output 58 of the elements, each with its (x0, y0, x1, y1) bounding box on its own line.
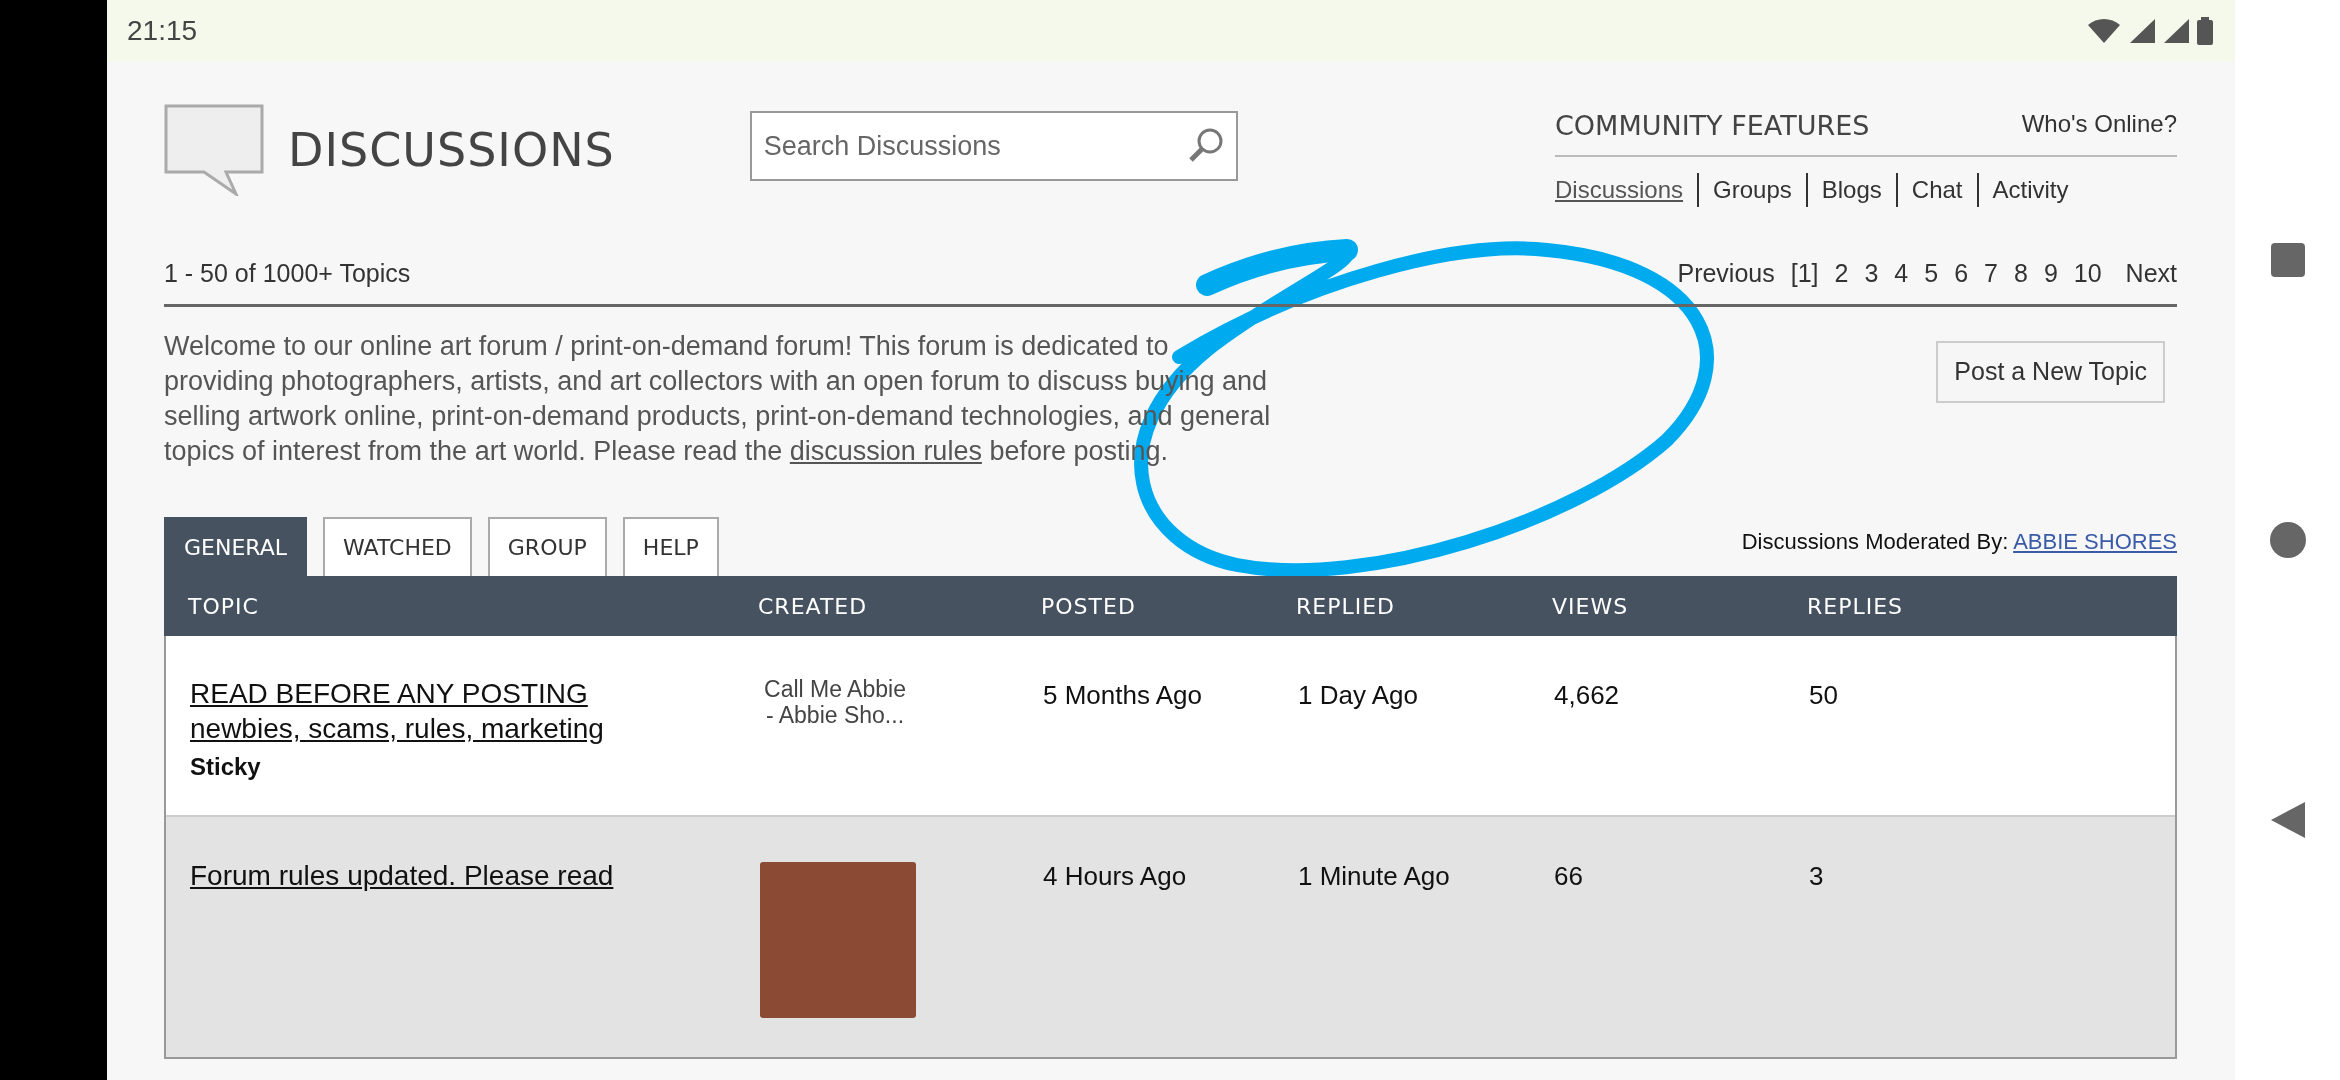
page-link-item[interactable]: 4 (1894, 254, 1909, 292)
page-link-item[interactable]: 10 (2073, 254, 2102, 292)
nav-link-item[interactable]: Chat (1895, 172, 1977, 207)
column-header: TOPIC (187, 592, 260, 621)
nav-link-item[interactable]: Discussions (1555, 172, 1698, 207)
table-cell: 50 (1809, 680, 1838, 710)
author-name: Call Me Abbie - Abbie Sho... (763, 676, 907, 728)
topic-link[interactable]: READ BEFORE ANY POSTING newbies, scams, rules, marketing (190, 676, 604, 746)
table-cell: 1 Day Ago (1298, 680, 1418, 710)
column-header: REPLIED (1296, 592, 1397, 621)
previous-link[interactable]: Previous (1677, 254, 1775, 292)
clock-text: 21:15 (127, 14, 198, 48)
discussion-rules-link[interactable]: discussion rules (789, 436, 982, 466)
topic-link[interactable]: Forum rules updated. Please read (190, 858, 614, 893)
page-link-item[interactable]: 6 (1954, 254, 1969, 292)
moderator-link[interactable]: ABBIE SHORES (2013, 529, 2177, 554)
page-link-item[interactable]: 9 (2043, 254, 2058, 292)
topic-count: 1 - 50 of 1000+ Topics (164, 257, 411, 289)
signal-icon (2163, 18, 2189, 44)
column-header: REPLIES (1807, 592, 1905, 621)
page-title: DISCUSSIONS (288, 121, 615, 179)
next-link[interactable]: Next (2125, 254, 2177, 292)
table-cell: 4 Hours Ago (1043, 861, 1187, 891)
table-cell: 5 Months Ago (1043, 680, 1202, 710)
battery-icon (2197, 17, 2213, 45)
column-header: POSTED (1041, 592, 1137, 621)
sticky-label: Sticky (190, 752, 262, 782)
nav-link-item[interactable]: Blogs (1805, 172, 1896, 207)
page-link-item[interactable]: 7 (1984, 254, 1998, 292)
post-topic-button[interactable]: Post a New Topic (1936, 341, 2165, 403)
table-cell: 3 (1809, 861, 1824, 891)
tab[interactable]: HELP (622, 517, 719, 576)
table-cell: 66 (1554, 861, 1583, 891)
tab[interactable]: WATCHED (323, 517, 472, 576)
whos-online-link[interactable]: Who's Online? (2021, 106, 2177, 142)
nav-link-item[interactable]: Groups (1697, 172, 1806, 207)
page-link-item[interactable]: 2 (1834, 254, 1849, 292)
speech-bubble-icon (164, 104, 264, 196)
column-header: VIEWS (1552, 592, 1630, 621)
tab[interactable]: GROUP (487, 517, 607, 576)
column-header: CREATED (758, 592, 869, 621)
table-cell: 4,662 (1554, 680, 1620, 710)
recents-icon[interactable] (2269, 241, 2306, 278)
page-link-item[interactable]: 3 (1864, 254, 1879, 292)
page-link-item[interactable]: [1] (1790, 254, 1819, 292)
nav-link-item[interactable]: Activity (1976, 172, 2083, 207)
search-field[interactable]: Search Discussions (749, 111, 1238, 181)
page-link-item[interactable]: 5 (1924, 254, 1939, 292)
home-icon[interactable] (2268, 521, 2307, 559)
wifi-icon (2087, 18, 2121, 44)
section-title: COMMUNITY FEATURES (1555, 109, 1870, 143)
page-link-item[interactable]: 8 (2013, 254, 2028, 292)
moderator-text: Discussions Moderated By: ABBIE SHORES (1741, 528, 2177, 556)
table-cell: 1 Minute Ago (1298, 861, 1450, 891)
tab[interactable]: GENERAL (164, 517, 307, 576)
back-icon[interactable] (2270, 802, 2305, 839)
search-icon (1187, 127, 1224, 163)
signal-icon (2129, 18, 2155, 44)
